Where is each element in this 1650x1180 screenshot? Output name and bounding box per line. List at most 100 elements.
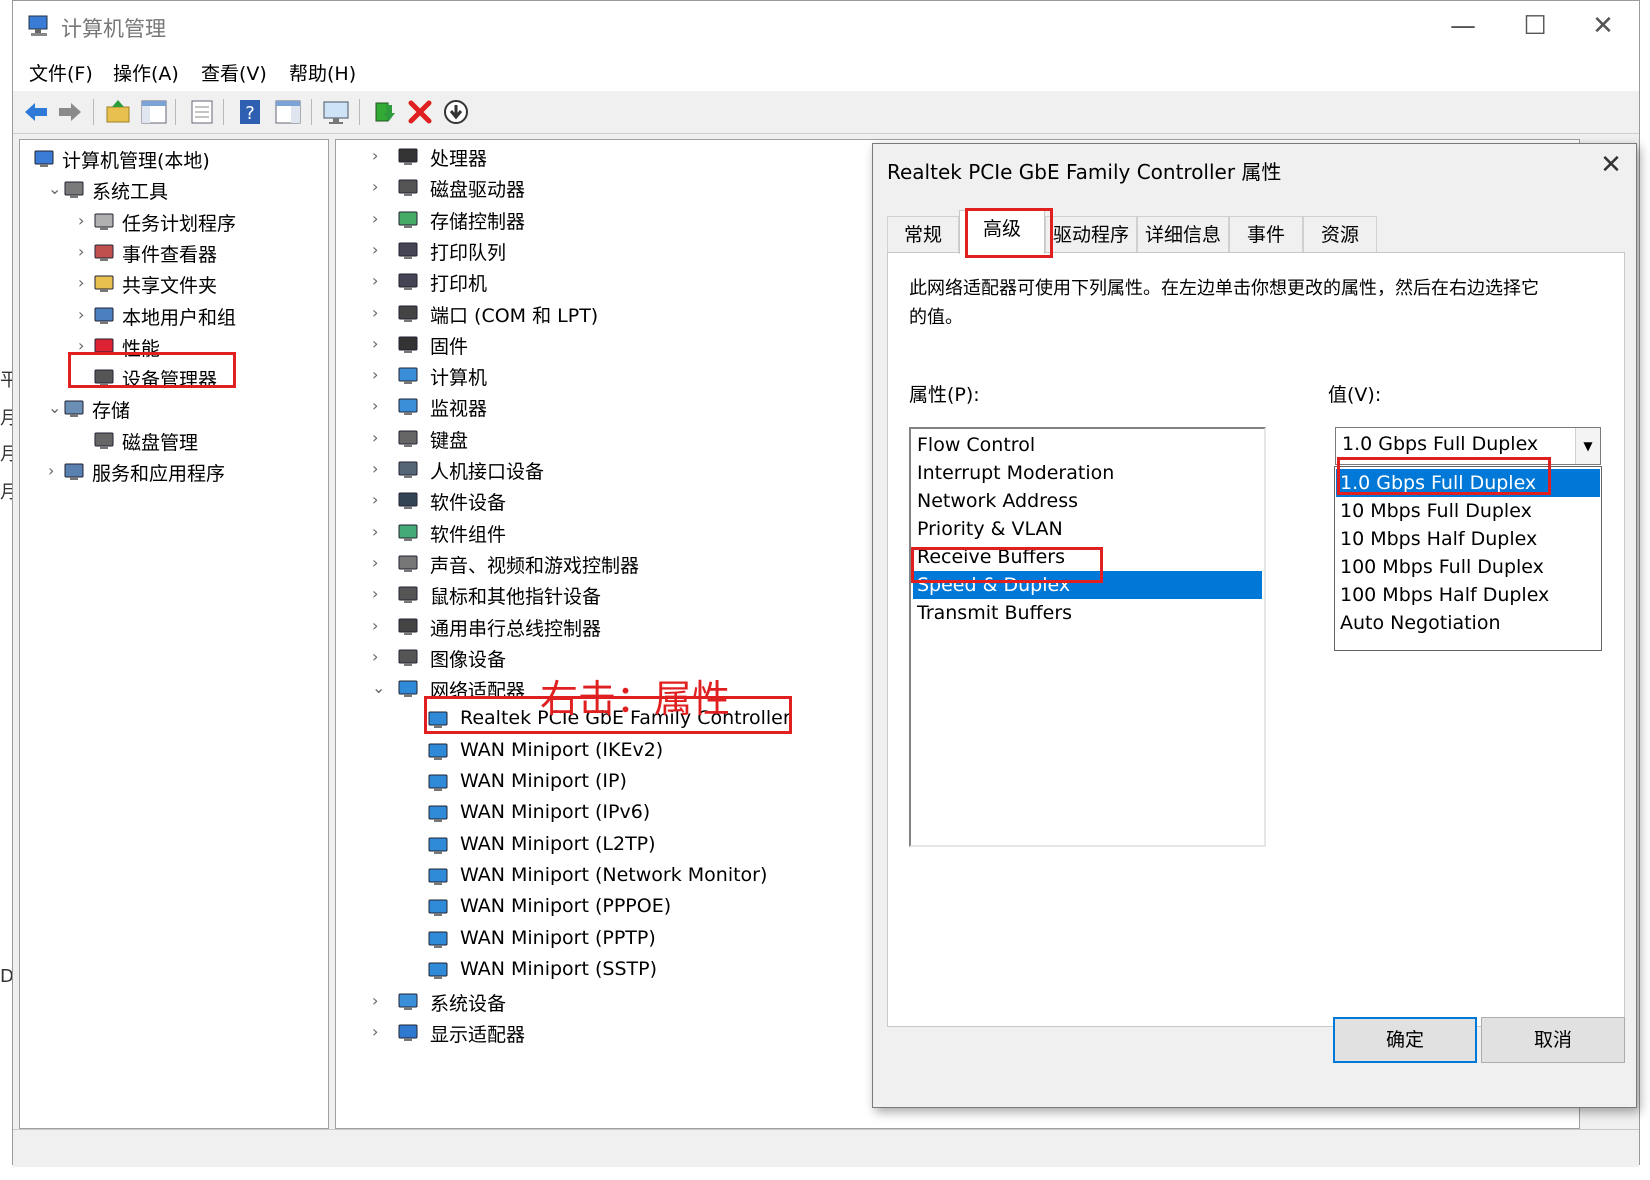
chevron-right-icon[interactable]: ›	[372, 584, 386, 604]
chevron-right-icon[interactable]: ›	[372, 428, 386, 448]
menu-file[interactable]: 文件(F)	[29, 59, 93, 86]
tab-resources[interactable]: 资源	[1303, 216, 1377, 252]
device-item[interactable]: WAN Miniport (IKEv2)	[372, 737, 852, 767]
forward-icon[interactable]	[55, 97, 85, 127]
chevron-right-icon[interactable]: ›	[78, 336, 92, 356]
value-option[interactable]: 10 Mbps Half Duplex	[1336, 525, 1600, 553]
maximize-button[interactable]: ☐	[1505, 7, 1565, 45]
chevron-right-icon[interactable]: ›	[78, 305, 92, 325]
device-category[interactable]: › 系统设备	[372, 987, 852, 1017]
show-hide-console-tree-icon[interactable]	[139, 97, 169, 127]
tree-item[interactable]: ⌄ 存储	[26, 394, 322, 424]
device-category[interactable]: › 端口 (COM 和 LPT)	[372, 299, 852, 329]
value-combobox[interactable]: 1.0 Gbps Full Duplex ▼	[1335, 427, 1601, 465]
close-button[interactable]: ✕	[1573, 7, 1633, 45]
value-option[interactable]: 1.0 Gbps Full Duplex	[1336, 469, 1600, 497]
device-category[interactable]: › 存储控制器	[372, 205, 852, 235]
property-item[interactable]: Interrupt Moderation	[913, 459, 1262, 487]
device-category[interactable]: › 计算机	[372, 361, 852, 391]
property-item[interactable]: Receive Buffers	[913, 543, 1262, 571]
menu-view[interactable]: 查看(V)	[201, 59, 267, 86]
device-category[interactable]: › 声音、视频和游戏控制器	[372, 549, 852, 579]
chevron-right-icon[interactable]: ›	[372, 1022, 386, 1042]
tree-item[interactable]: ⌄ 系统工具	[26, 175, 322, 205]
tree-item[interactable]: 计算机管理(本地)	[26, 144, 322, 174]
chevron-right-icon[interactable]: ›	[372, 991, 386, 1011]
property-item[interactable]: Flow Control	[913, 431, 1262, 459]
tree-item[interactable]: › 事件查看器	[26, 238, 322, 268]
device-category[interactable]: › 鼠标和其他指针设备	[372, 580, 852, 610]
tree-item[interactable]: 磁盘管理	[26, 426, 322, 456]
chevron-right-icon[interactable]: ›	[372, 616, 386, 636]
value-option[interactable]: 10 Mbps Full Duplex	[1336, 497, 1600, 525]
tree-item[interactable]: › 共享文件夹	[26, 269, 322, 299]
tab-details[interactable]: 详细信息	[1137, 216, 1229, 252]
chevron-right-icon[interactable]: ›	[372, 459, 386, 479]
chevron-right-icon[interactable]: ›	[372, 177, 386, 197]
back-icon[interactable]	[21, 97, 51, 127]
device-category[interactable]: › 磁盘驱动器	[372, 173, 852, 203]
tree-item[interactable]: › 任务计划程序	[26, 207, 322, 237]
chevron-down-icon[interactable]: ▼	[1575, 428, 1600, 464]
help-icon[interactable]: ?	[235, 97, 265, 127]
chevron-right-icon[interactable]: ›	[78, 273, 92, 293]
device-category[interactable]: › 处理器	[372, 142, 852, 172]
device-category[interactable]: › 固件	[372, 330, 852, 360]
menu-action[interactable]: 操作(A)	[113, 59, 179, 86]
show-action-pane-icon[interactable]	[273, 97, 303, 127]
device-category[interactable]: › 软件设备	[372, 486, 852, 516]
device-category[interactable]: › 打印机	[372, 267, 852, 297]
chevron-down-icon[interactable]: ⌄	[48, 398, 62, 418]
chevron-right-icon[interactable]: ›	[372, 396, 386, 416]
device-item[interactable]: WAN Miniport (IPv6)	[372, 799, 852, 829]
device-category[interactable]: › 软件组件	[372, 518, 852, 548]
tree-item[interactable]: › 本地用户和组	[26, 301, 322, 331]
tree-item[interactable]: › 服务和应用程序	[26, 457, 322, 487]
chevron-down-icon[interactable]: ⌄	[372, 678, 386, 698]
chevron-right-icon[interactable]: ›	[372, 553, 386, 573]
device-category[interactable]: › 监视器	[372, 392, 852, 422]
device-category[interactable]: › 打印队列	[372, 236, 852, 266]
minimize-button[interactable]: —	[1433, 7, 1493, 45]
device-category[interactable]: › 通用串行总线控制器	[372, 612, 852, 642]
cancel-button[interactable]: 取消	[1481, 1017, 1625, 1063]
chevron-right-icon[interactable]: ›	[372, 365, 386, 385]
chevron-right-icon[interactable]: ›	[78, 211, 92, 231]
device-category[interactable]: › 人机接口设备	[372, 455, 852, 485]
chevron-right-icon[interactable]: ›	[372, 209, 386, 229]
tab-advanced[interactable]: 高级	[959, 210, 1045, 254]
chevron-right-icon[interactable]: ›	[372, 271, 386, 291]
chevron-right-icon[interactable]: ›	[372, 334, 386, 354]
device-item[interactable]: WAN Miniport (IP)	[372, 768, 852, 798]
device-item[interactable]: WAN Miniport (SSTP)	[372, 956, 852, 986]
up-folder-icon[interactable]	[103, 97, 133, 127]
properties-icon[interactable]	[187, 97, 217, 127]
chevron-right-icon[interactable]: ›	[372, 146, 386, 166]
monitor-icon[interactable]	[321, 97, 351, 127]
menu-help[interactable]: 帮助(H)	[289, 59, 356, 86]
value-option[interactable]: Auto Negotiation	[1336, 609, 1600, 637]
tab-general[interactable]: 常规	[887, 216, 959, 252]
property-item[interactable]: Network Address	[913, 487, 1262, 515]
chevron-right-icon[interactable]: ›	[372, 303, 386, 323]
chevron-right-icon[interactable]: ›	[372, 240, 386, 260]
device-item[interactable]: WAN Miniport (L2TP)	[372, 831, 852, 861]
chevron-right-icon[interactable]: ›	[372, 647, 386, 667]
value-option[interactable]: 100 Mbps Full Duplex	[1336, 553, 1600, 581]
tree-item[interactable]: › 性能	[26, 332, 322, 362]
ok-button[interactable]: 确定	[1333, 1017, 1477, 1063]
tab-driver[interactable]: 驱动程序	[1045, 216, 1137, 252]
download-icon[interactable]	[441, 97, 471, 127]
chevron-down-icon[interactable]: ⌄	[48, 179, 62, 199]
uninstall-icon[interactable]	[405, 97, 435, 127]
chevron-right-icon[interactable]: ›	[372, 522, 386, 542]
tab-events[interactable]: 事件	[1229, 216, 1303, 252]
property-item[interactable]: Transmit Buffers	[913, 599, 1262, 627]
device-category[interactable]: › 显示适配器	[372, 1018, 852, 1048]
value-option[interactable]: 100 Mbps Half Duplex	[1336, 581, 1600, 609]
tree-item[interactable]: 设备管理器	[26, 363, 322, 393]
device-item[interactable]: WAN Miniport (PPPOE)	[372, 893, 852, 923]
value-dropdown-list[interactable]: 1.0 Gbps Full Duplex 10 Mbps Full Duplex 1…	[1334, 466, 1602, 651]
device-category[interactable]: › 键盘	[372, 424, 852, 454]
dialog-close-button[interactable]: ✕	[1591, 150, 1631, 180]
